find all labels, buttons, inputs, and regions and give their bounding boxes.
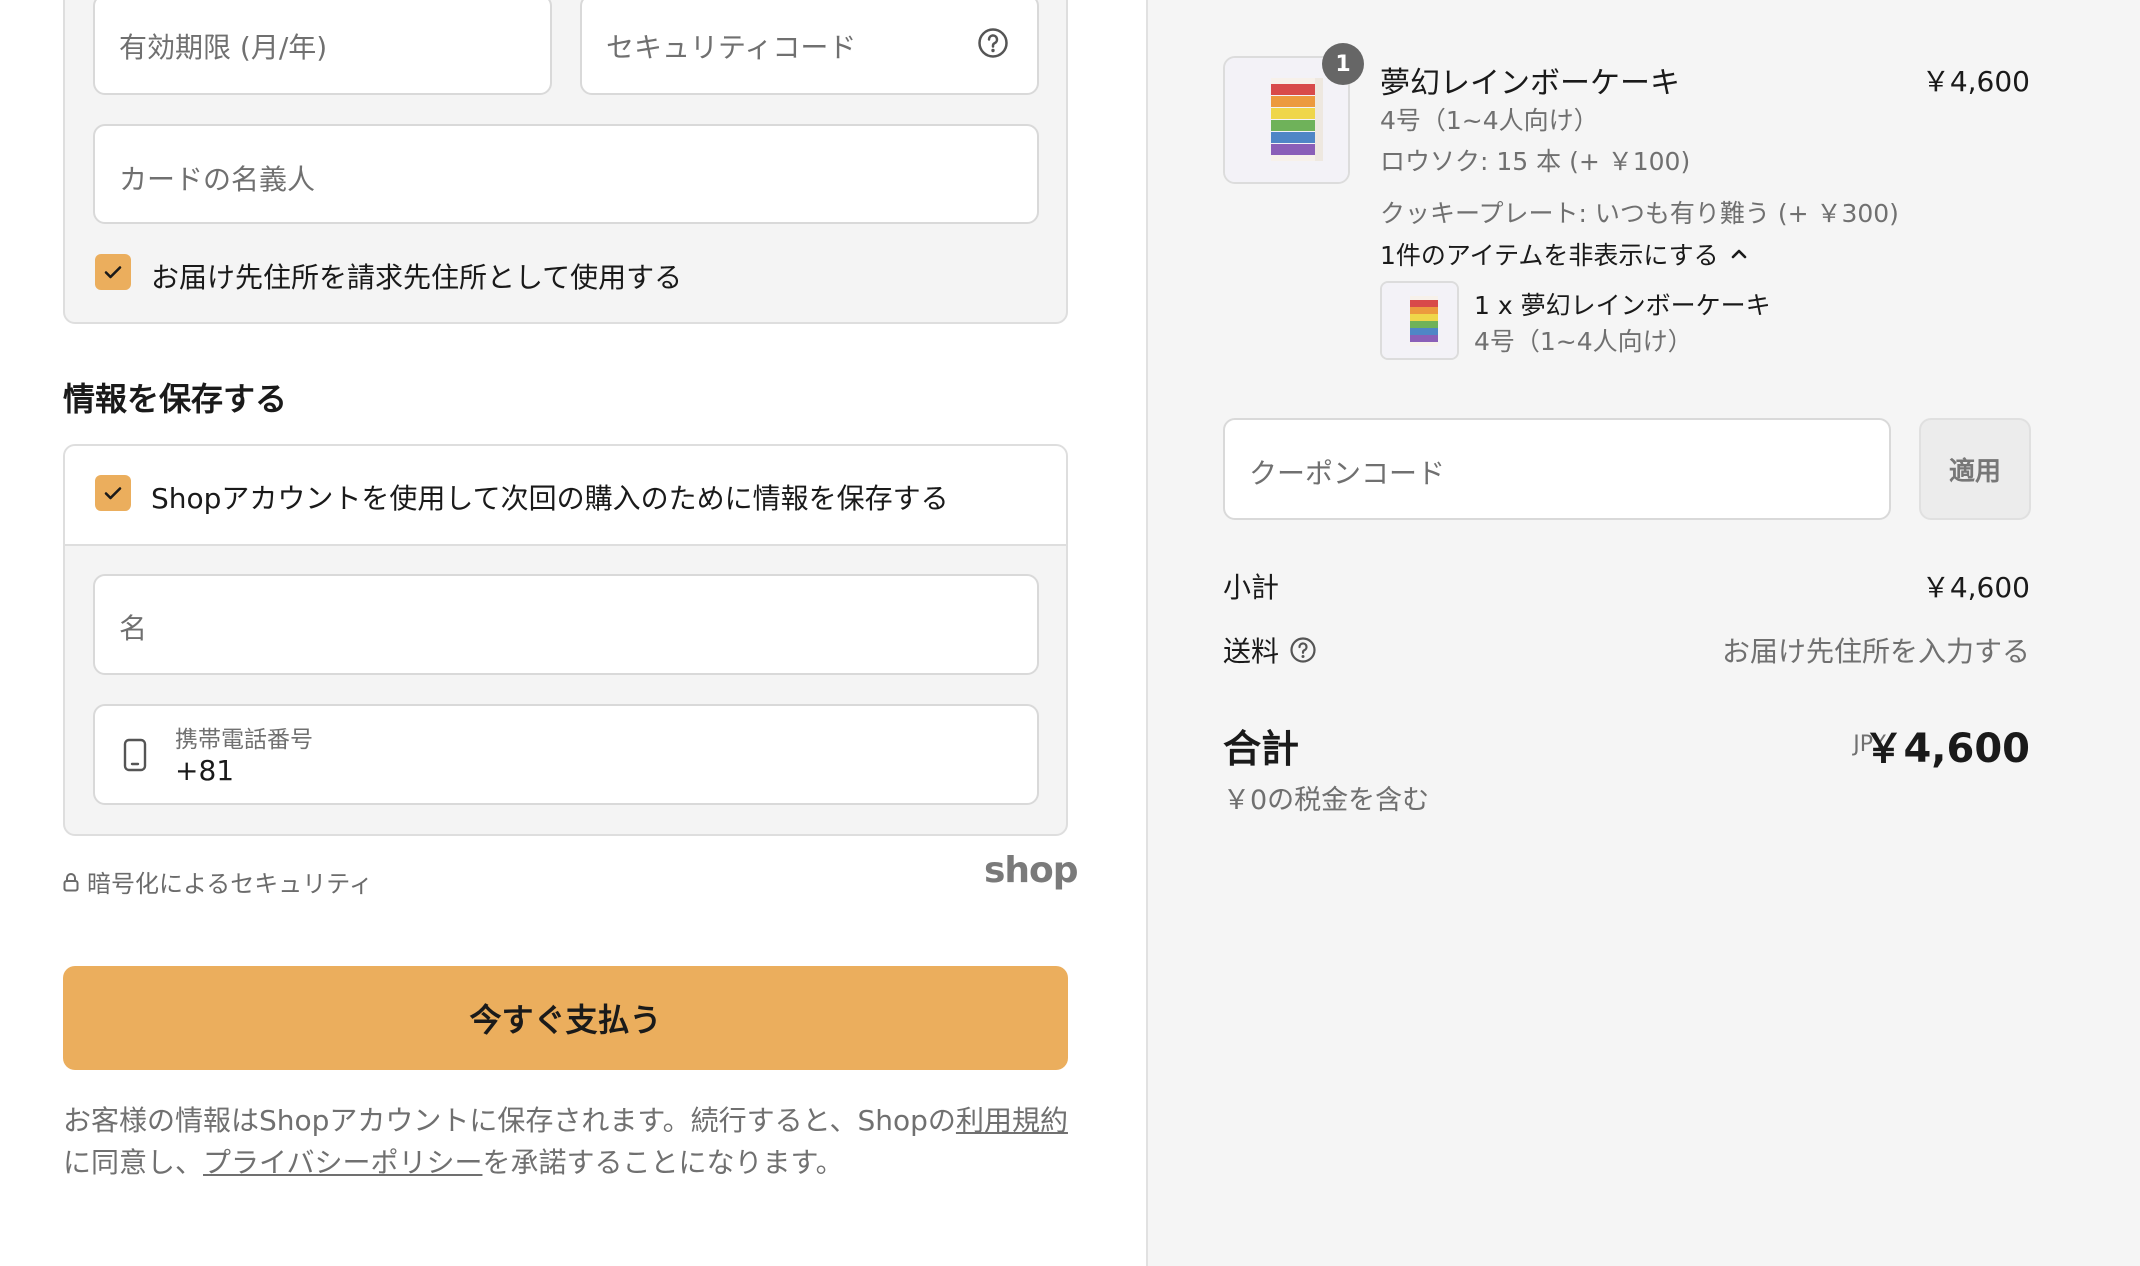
security-note-text: 暗号化によるセキュリティ — [87, 870, 373, 898]
security-note: 暗号化によるセキュリティ — [63, 864, 373, 899]
terms-notice: お客様の情報はShopアカウントに保存されます。続行すると、Shopの利用規約に… — [63, 1100, 1083, 1184]
check-icon — [104, 266, 122, 279]
hide-items-label: 1件のアイテムを非表示にする — [1380, 241, 1719, 270]
apply-coupon-button[interactable]: 適用 — [1919, 418, 2031, 520]
shipping-label: 送料 — [1223, 635, 1280, 668]
sub-item-name: 1 x 夢幻レインボーケーキ — [1474, 291, 1771, 320]
security-code-placeholder: セキュリティコード — [606, 31, 857, 64]
total-label: 合計 — [1223, 727, 1300, 771]
item-size: 4号（1~4人向け） — [1380, 106, 1599, 135]
quantity-badge: 1 — [1322, 43, 1364, 85]
billing-address-checkbox[interactable] — [95, 254, 131, 290]
mobile-phone-icon — [123, 738, 147, 776]
item-price: ￥4,600 — [1921, 65, 2030, 98]
coupon-input[interactable]: クーポンコード — [1223, 418, 1891, 520]
shop-logo: shop — [984, 850, 1079, 891]
coupon-placeholder: クーポンコード — [1249, 457, 1446, 490]
item-cookie-plate: クッキープレート: いつも有り難う (+ ￥300) — [1380, 199, 1899, 228]
privacy-policy-link[interactable]: プライバシーポリシー — [203, 1146, 482, 1179]
shipping-value: お届け先住所を入力する — [1721, 635, 2030, 668]
cardholder-placeholder: カードの名義人 — [119, 163, 316, 196]
terms-prefix: お客様の情報はShopアカウントに保存されます。続行すると、Shopの — [63, 1104, 956, 1137]
shop-account-label: Shopアカウントを使用して次回の購入のために情報を保存する — [151, 482, 949, 515]
help-icon[interactable] — [1289, 636, 1317, 664]
tax-note: ￥0の税金を含む — [1223, 785, 1430, 816]
item-candles: ロウソク: 15 本 (+ ￥100) — [1380, 147, 1691, 176]
check-icon — [104, 487, 122, 500]
cardholder-name-field[interactable]: カードの名義人 — [93, 124, 1039, 224]
security-code-field[interactable]: セキュリティコード — [580, 0, 1039, 95]
expiry-placeholder: 有効期限 (月/年) — [119, 31, 328, 64]
first-name-placeholder: 名 — [119, 612, 148, 645]
help-icon[interactable] — [977, 27, 1009, 59]
sub-item-size: 4号（1~4人向け） — [1474, 327, 1693, 356]
terms-of-service-link[interactable]: 利用規約 — [956, 1104, 1068, 1137]
subtotal-value: ￥4,600 — [1921, 571, 2030, 604]
phone-value: +81 — [175, 754, 235, 787]
total-value: ￥4,600 — [1863, 726, 2030, 772]
billing-address-label: お届け先住所を請求先住所として使用する — [151, 261, 683, 294]
shop-account-checkbox[interactable] — [95, 475, 131, 511]
phone-label: 携帯電話番号 — [175, 727, 313, 753]
sub-item-thumbnail — [1380, 281, 1459, 360]
phone-field[interactable]: 携帯電話番号 +81 — [93, 704, 1039, 805]
save-info-title: 情報を保存する — [63, 380, 288, 418]
item-name: 夢幻レインボーケーキ — [1380, 66, 1680, 101]
terms-suffix: を承諾することになります。 — [482, 1146, 844, 1179]
hide-items-toggle[interactable]: 1件のアイテムを非表示にする — [1380, 236, 1749, 272]
checkout-form-column: 有効期限 (月/年) セキュリティコード カードの名義人 お届け先住所を請求先住… — [0, 0, 1146, 1266]
expiry-field[interactable]: 有効期限 (月/年) — [93, 0, 552, 95]
lock-icon — [63, 872, 79, 891]
chevron-up-icon — [1731, 249, 1746, 259]
pay-now-button[interactable]: 今すぐ支払う — [63, 966, 1068, 1070]
subtotal-label: 小計 — [1223, 571, 1280, 604]
shipping-row-label: 送料 — [1223, 630, 1317, 670]
first-name-field[interactable]: 名 — [93, 574, 1039, 675]
rainbow-cake-image — [1382, 283, 1457, 358]
terms-middle: に同意し、 — [63, 1146, 204, 1179]
